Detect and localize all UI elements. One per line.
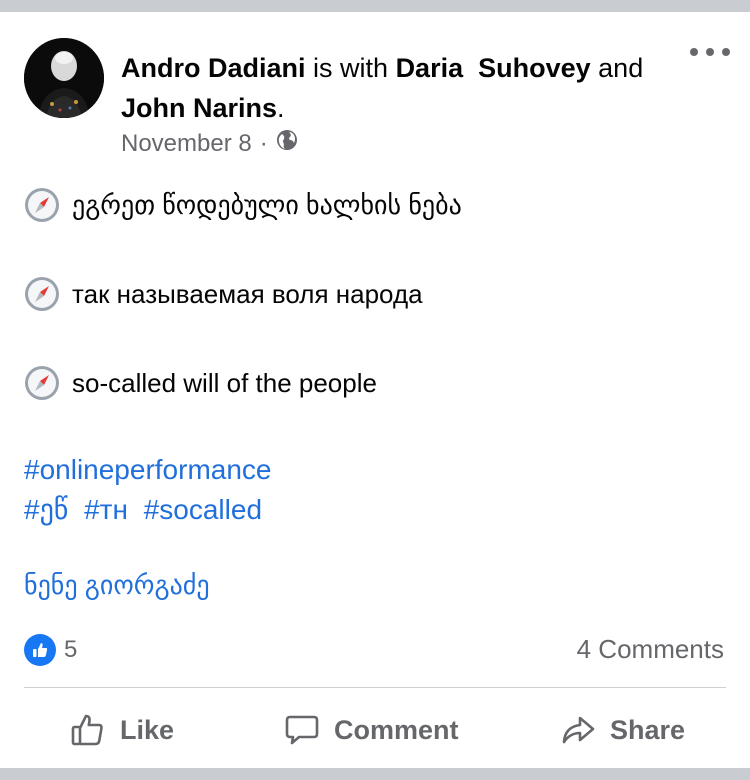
with-text: is with: [313, 53, 389, 83]
compass-icon: [25, 188, 59, 222]
author-name[interactable]: Andro Dadiani: [121, 53, 306, 83]
line-russian: так называемая воля народа: [72, 278, 423, 309]
like-button[interactable]: Like: [70, 706, 174, 754]
share-arrow-icon: [562, 716, 595, 744]
hashtags: #onlineperformance #ეწ #тн #socalled: [24, 450, 280, 530]
comment-button[interactable]: Comment: [284, 706, 459, 754]
like-label: Like: [120, 714, 175, 745]
post-header: Andro Dadiani is with Daria Suhovey and …: [121, 48, 681, 128]
line-georgian: ეგრეთ წოდებული ხალხის ნება: [72, 189, 462, 220]
thumbs-up-icon: [71, 714, 103, 746]
comment-bubble-icon: [285, 715, 319, 745]
meta-separator: ·: [259, 129, 268, 157]
globe-icon[interactable]: [276, 129, 298, 158]
hashtag-link[interactable]: #onlineperformance: [24, 454, 272, 485]
share-label: Share: [610, 714, 686, 745]
compass-icon: [25, 366, 59, 400]
hashtag-link[interactable]: #socalled: [144, 494, 262, 525]
more-dots-icon[interactable]: [690, 40, 730, 64]
comments-count[interactable]: 4 Comments: [577, 634, 724, 665]
post-line-2: так называемая воля народа: [24, 276, 423, 312]
and-text: and: [598, 53, 644, 83]
hashtag-link[interactable]: #тн: [84, 494, 128, 525]
post-line-3: so-called will of the people: [24, 365, 377, 401]
header-period: .: [277, 93, 285, 123]
share-button[interactable]: Share: [560, 706, 685, 754]
hashtag-link[interactable]: #ეწ: [24, 494, 68, 525]
post-meta: November 8 ·: [121, 129, 298, 158]
tagged-user-1[interactable]: Daria Suhovey: [396, 53, 591, 83]
author-tag-link[interactable]: ნენე გიორგაძე: [24, 570, 210, 601]
divider: [24, 687, 726, 688]
avatar[interactable]: [24, 38, 104, 118]
like-reaction-icon: [24, 634, 56, 666]
top-frame-bar: [0, 0, 750, 12]
post-date[interactable]: November 8: [121, 130, 252, 158]
compass-icon: [25, 277, 59, 311]
tagged-user-2[interactable]: John Narins: [121, 93, 277, 123]
bottom-frame-bar: [0, 768, 750, 780]
reaction-count: 5: [64, 636, 78, 663]
post-line-1: ეგრეთ წოდებული ხალხის ნება: [24, 187, 462, 223]
comment-label: Comment: [334, 714, 459, 745]
reactions-summary[interactable]: 5: [24, 634, 77, 666]
line-english: so-called will of the people: [72, 367, 377, 398]
